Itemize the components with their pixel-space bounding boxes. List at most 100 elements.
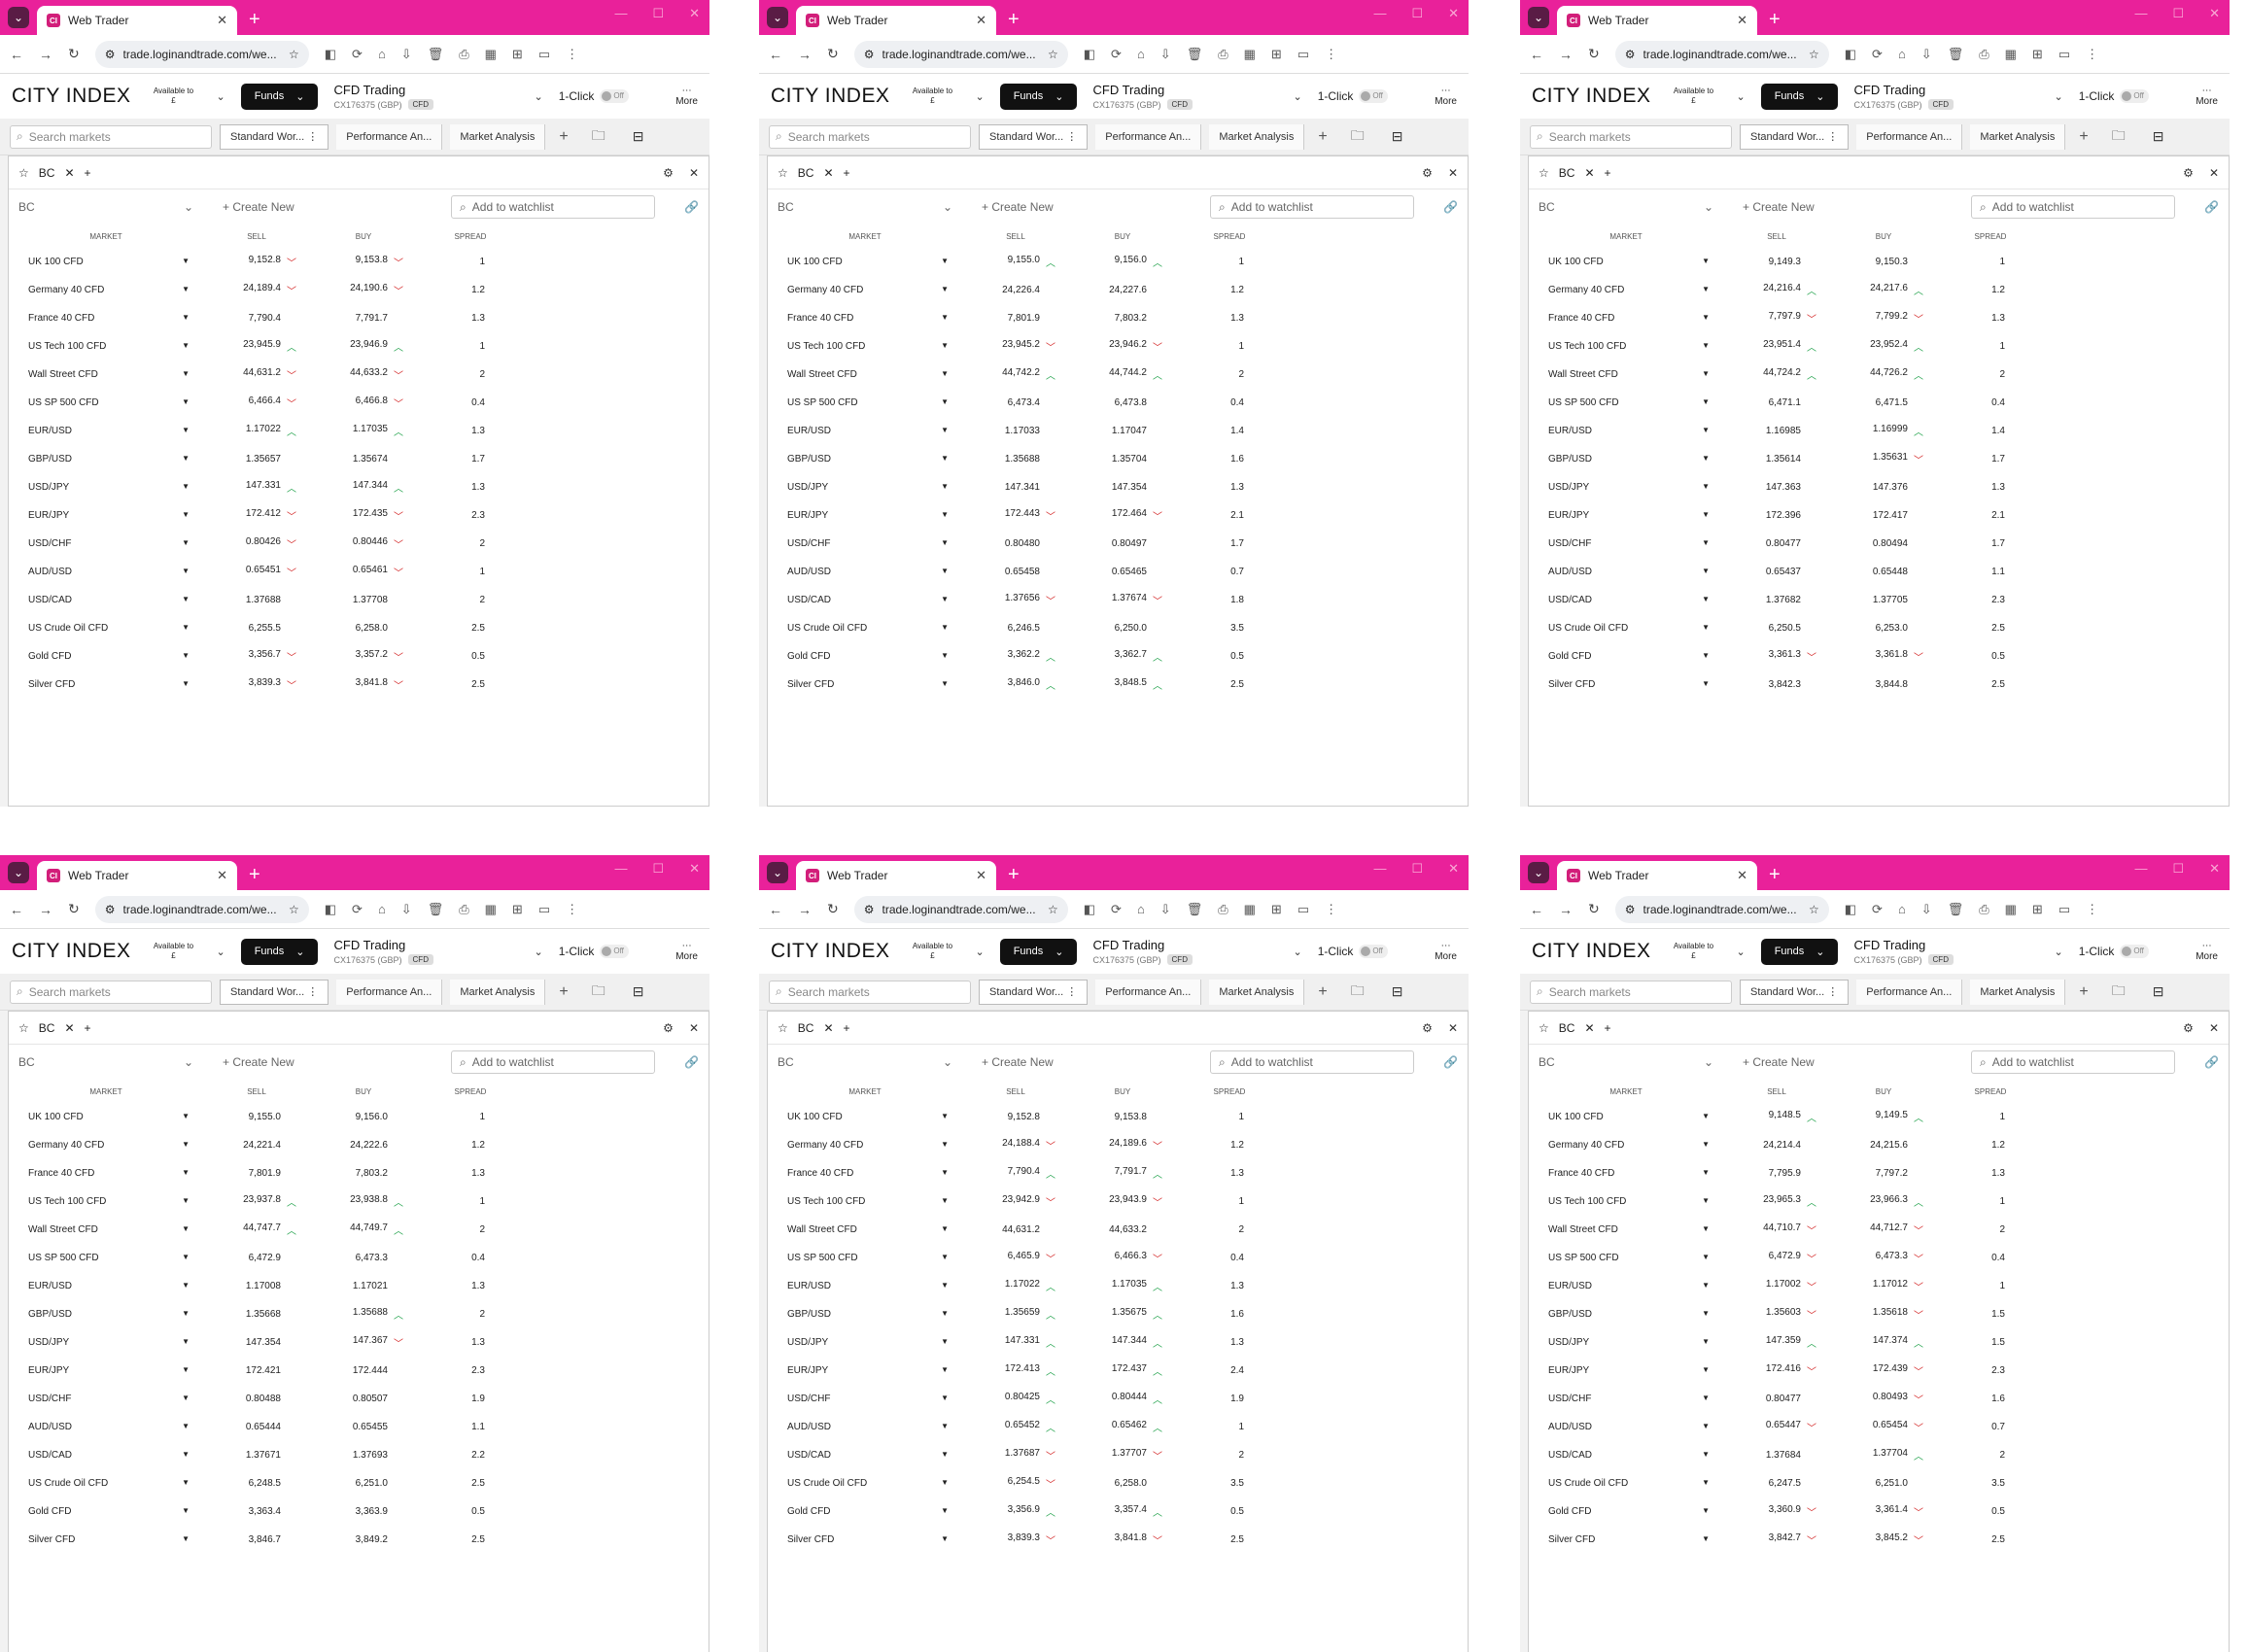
table-row[interactable]: USD/CHF ▼ 0.80480 0.80497 1.7	[768, 530, 1468, 558]
sell-price-cell[interactable]: 44,724.2 ︿	[1723, 367, 1830, 382]
sell-price-cell[interactable]: 9,152.8	[962, 1112, 1069, 1122]
sell-price-cell[interactable]: 1.37688	[203, 595, 310, 605]
table-row[interactable]: EUR/USD ▼ 1.17033 1.17047 1.4	[768, 417, 1468, 445]
dropdown-triangle-icon[interactable]: ▼	[1702, 257, 1710, 267]
sell-price-cell[interactable]: 0.80488	[203, 1394, 310, 1404]
buy-price-cell[interactable]: 9,156.0	[310, 1112, 417, 1122]
buy-price-cell[interactable]: 1.16999 ︿	[1830, 424, 1937, 438]
funds-button[interactable]: Funds ⌄	[1760, 83, 1839, 110]
dropdown-triangle-icon[interactable]: ▼	[941, 1478, 949, 1489]
one-click-toggle[interactable]: 1-Click Off	[1318, 945, 1389, 958]
more-button[interactable]: ⋯ More	[675, 941, 698, 962]
sell-price-cell[interactable]: 6,250.5	[1723, 623, 1830, 634]
table-row[interactable]: EUR/JPY ▼ 172.443 ﹀ 172.464 ﹀ 2.1	[768, 501, 1468, 530]
tab-workspace-1[interactable]: Standard Wor... ⋮	[220, 979, 329, 1005]
buy-price-cell[interactable]: 147.367 ﹀	[310, 1335, 417, 1350]
buy-price-cell[interactable]: 9,150.3	[1830, 257, 1937, 267]
chevron-down-icon[interactable]: ⌄	[1293, 946, 1301, 958]
tab-workspace-3[interactable]: Market Analysis	[1209, 979, 1305, 1005]
star-icon[interactable]: ☆	[1539, 1021, 1549, 1035]
table-row[interactable]: Gold CFD ▼ 3,361.3 ﹀ 3,361.8 ﹀ 0.5	[1529, 642, 2229, 671]
close-icon[interactable]: ✕	[1584, 166, 1594, 180]
add-tab-icon[interactable]: +	[1312, 983, 1332, 1001]
buy-price-cell[interactable]: 3,361.8 ﹀	[1830, 649, 1937, 664]
sell-price-cell[interactable]: 44,747.7 ︿	[203, 1222, 310, 1237]
dropdown-triangle-icon[interactable]: ▼	[182, 1309, 190, 1320]
sell-price-cell[interactable]: 3,360.9 ﹀	[1723, 1504, 1830, 1519]
settings-icon[interactable]: ⚙	[2183, 166, 2194, 180]
table-row[interactable]: Gold CFD ▼ 3,356.9 ︿ 3,357.4 ︿ 0.5	[768, 1497, 1468, 1526]
buy-price-cell[interactable]: 1.37705	[1830, 595, 1937, 605]
sell-price-cell[interactable]: 6,472.9 ﹀	[1723, 1251, 1830, 1265]
dropdown-triangle-icon[interactable]: ▼	[1702, 623, 1710, 634]
buy-price-cell[interactable]: 0.80493 ﹀	[1830, 1392, 1937, 1406]
forward-icon[interactable]: →	[1559, 902, 1573, 917]
sell-price-cell[interactable]: 3,842.7 ﹀	[1723, 1532, 1830, 1547]
buy-price-cell[interactable]: 3,357.2 ﹀	[310, 649, 417, 664]
chevron-down-icon[interactable]: ⌄	[8, 7, 29, 28]
settings-icon[interactable]: ⚙	[1422, 166, 1433, 180]
delete-icon[interactable]: 🗑	[1948, 902, 1964, 917]
sell-price-cell[interactable]: 9,149.3	[1723, 257, 1830, 267]
delete-icon[interactable]: 🗑	[428, 47, 444, 62]
star-icon[interactable]: ☆	[1809, 48, 1819, 61]
tab-workspace-2[interactable]: Performance An...	[1856, 123, 1963, 150]
close-icon[interactable]: ✕	[64, 1021, 74, 1035]
address-bar[interactable]: ⚙ trade.loginandtrade.com/we... ☆	[853, 895, 1068, 923]
dropdown-triangle-icon[interactable]: ▼	[941, 595, 949, 605]
sell-price-cell[interactable]: 3,846.0 ︿	[962, 677, 1069, 692]
table-row[interactable]: US Tech 100 CFD ▼ 23,942.9 ﹀ 23,943.9 ﹀ 1	[768, 1187, 1468, 1216]
folder-icon[interactable]: 🗀	[1341, 125, 1374, 149]
sell-price-cell[interactable]: 9,152.8 ﹀	[203, 255, 310, 269]
create-new-button[interactable]: + Create New	[223, 1055, 294, 1069]
chevron-down-icon[interactable]: ⌄	[1528, 7, 1549, 28]
sell-price-cell[interactable]: 7,790.4	[203, 313, 310, 324]
buy-price-cell[interactable]: 172.435 ﹀	[310, 508, 417, 523]
sell-price-cell[interactable]: 6,254.5 ﹀	[962, 1476, 1069, 1491]
extension-icon[interactable]: ⟳	[1872, 47, 1883, 62]
dropdown-triangle-icon[interactable]: ▼	[1702, 426, 1710, 436]
reload-icon[interactable]: ↻	[68, 901, 80, 917]
kebab-menu-icon[interactable]: ⋮	[1325, 902, 1337, 917]
back-icon[interactable]: ←	[769, 47, 782, 62]
table-row[interactable]: France 40 CFD ▼ 7,790.4 ︿ 7,791.7 ︿ 1.3	[768, 1159, 1468, 1187]
table-row[interactable]: Germany 40 CFD ▼ 24,216.4 ︿ 24,217.6 ︿ 1.2	[1529, 276, 2229, 304]
sell-price-cell[interactable]: 172.416 ﹀	[1723, 1363, 1830, 1378]
puzzle-icon[interactable]: ⌂	[1137, 47, 1145, 61]
grid-icon[interactable]: ⊞	[2032, 902, 2043, 917]
dropdown-triangle-icon[interactable]: ▼	[1702, 1450, 1710, 1461]
sell-price-cell[interactable]: 0.65451 ﹀	[203, 565, 310, 579]
browser-tab[interactable]: CI Web Trader ✕	[37, 6, 237, 35]
toggle-switch[interactable]: Off	[600, 89, 630, 103]
sell-price-cell[interactable]: 0.65437	[1723, 567, 1830, 577]
table-row[interactable]: US Tech 100 CFD ▼ 23,945.2 ﹀ 23,946.2 ﹀ 1	[768, 332, 1468, 361]
chevron-down-icon[interactable]: ⌄	[975, 946, 984, 958]
table-row[interactable]: UK 100 CFD ▼ 9,152.8 ﹀ 9,153.8 ﹀ 1	[9, 248, 709, 276]
sell-price-cell[interactable]: 3,842.3	[1723, 679, 1830, 690]
close-panel-icon[interactable]: ✕	[689, 166, 699, 180]
toggle-switch[interactable]: Off	[600, 945, 630, 958]
table-row[interactable]: USD/CAD ▼ 1.37671 1.37693 2.2	[9, 1441, 709, 1469]
close-window-icon[interactable]: ✕	[2209, 861, 2220, 877]
table-row[interactable]: US SP 500 CFD ▼ 6,466.4 ﹀ 6,466.8 ﹀ 0.4	[9, 389, 709, 417]
sell-price-cell[interactable]: 44,631.2 ﹀	[203, 367, 310, 382]
panel-tab-label[interactable]: BC	[798, 166, 814, 180]
download-icon[interactable]: ⇩	[1160, 902, 1171, 917]
buy-price-cell[interactable]: 6,466.8 ﹀	[310, 396, 417, 410]
sell-price-cell[interactable]: 44,742.2 ︿	[962, 367, 1069, 382]
more-button[interactable]: ⋯ More	[2196, 941, 2218, 962]
create-new-button[interactable]: + Create New	[1743, 200, 1815, 214]
delete-icon[interactable]: 🗑	[428, 902, 444, 917]
close-panel-icon[interactable]: ✕	[689, 1021, 699, 1035]
buy-price-cell[interactable]: 0.65448	[1830, 567, 1937, 577]
browser-tab[interactable]: CI Web Trader ✕	[37, 861, 237, 890]
reload-icon[interactable]: ↻	[827, 901, 839, 917]
dropdown-triangle-icon[interactable]: ▼	[941, 1224, 949, 1235]
sell-price-cell[interactable]: 23,945.2 ﹀	[962, 339, 1069, 354]
table-row[interactable]: Silver CFD ▼ 3,846.0 ︿ 3,848.5 ︿ 2.5	[768, 671, 1468, 699]
close-icon[interactable]: ✕	[823, 166, 833, 180]
table-row[interactable]: Germany 40 CFD ▼ 24,189.4 ﹀ 24,190.6 ﹀ 1.2	[9, 276, 709, 304]
sell-price-cell[interactable]: 0.80426 ﹀	[203, 536, 310, 551]
sell-price-cell[interactable]: 7,797.9 ﹀	[1723, 311, 1830, 326]
tab-workspace-3[interactable]: Market Analysis	[450, 979, 546, 1005]
